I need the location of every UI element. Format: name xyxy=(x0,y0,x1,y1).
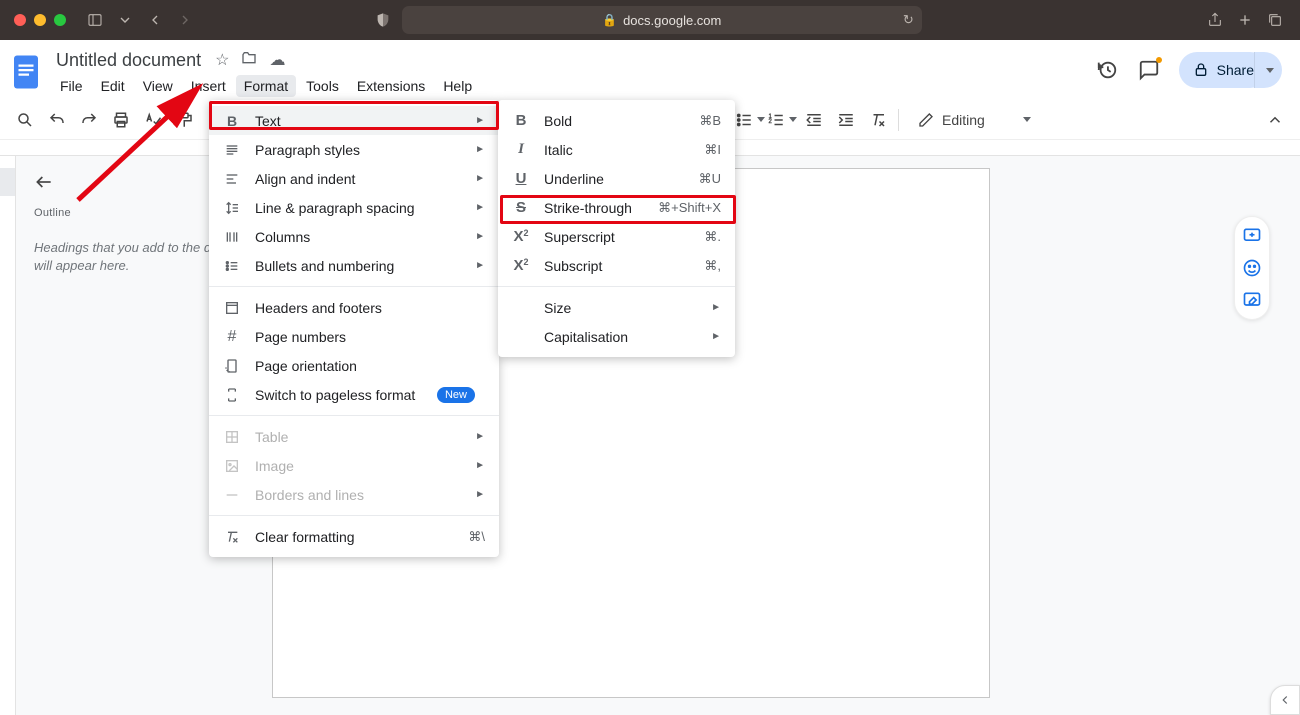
menu-extensions[interactable]: Extensions xyxy=(349,75,433,97)
lock-icon: 🔒 xyxy=(602,13,617,27)
format-item-line-paragraph-spacing[interactable]: Line & paragraph spacing► xyxy=(209,193,499,222)
document-title[interactable]: Untitled document xyxy=(52,48,205,73)
editing-mode-button[interactable]: Editing xyxy=(908,108,1041,132)
spellcheck-icon[interactable] xyxy=(138,105,168,135)
format-item-columns[interactable]: Columns► xyxy=(209,222,499,251)
format-item-paragraph-styles[interactable]: Paragraph styles► xyxy=(209,135,499,164)
format-item-page-numbers[interactable]: #Page numbers xyxy=(209,322,499,351)
format-item-align-and-indent[interactable]: Align and indent► xyxy=(209,164,499,193)
svg-text:2: 2 xyxy=(769,119,773,125)
docs-logo-icon[interactable] xyxy=(8,48,44,96)
history-icon[interactable] xyxy=(1095,58,1119,82)
bulleted-list-icon[interactable] xyxy=(735,105,765,135)
format-menu: BText►Paragraph styles►Align and indent►… xyxy=(209,100,499,557)
cloud-icon[interactable]: ☁ xyxy=(269,50,285,70)
browser-chrome: 🔒 docs.google.com ↻ xyxy=(0,0,1300,40)
numbered-list-icon[interactable]: 12 xyxy=(767,105,797,135)
format-item-page-orientation[interactable]: Page orientation xyxy=(209,351,499,380)
vertical-ruler[interactable] xyxy=(0,156,16,715)
text-item-capitalisation[interactable]: Capitalisation► xyxy=(498,322,735,351)
add-comment-icon[interactable] xyxy=(1239,223,1265,249)
forward-button[interactable] xyxy=(174,9,196,31)
format-item-clear-formatting[interactable]: Clear formatting⌘\ xyxy=(209,522,499,551)
star-icon[interactable]: ☆ xyxy=(215,50,229,70)
side-widgets xyxy=(1234,216,1270,320)
window-controls xyxy=(14,14,66,26)
address-bar[interactable]: 🔒 docs.google.com ↻ xyxy=(402,6,922,34)
format-item-headers-and-footers[interactable]: Headers and footers xyxy=(209,293,499,322)
reload-icon[interactable]: ↻ xyxy=(903,12,914,28)
share-label: Share xyxy=(1217,62,1254,78)
menu-insert[interactable]: Insert xyxy=(183,75,234,97)
docs-header: Untitled document ☆ ☁ File Edit View Ins… xyxy=(0,40,1300,100)
chevron-down-icon[interactable] xyxy=(114,9,136,31)
decrease-indent-icon[interactable] xyxy=(799,105,829,135)
tabs-icon[interactable] xyxy=(1264,9,1286,31)
shield-icon[interactable] xyxy=(372,9,394,31)
format-item-bullets-and-numbering[interactable]: Bullets and numbering► xyxy=(209,251,499,280)
menu-edit[interactable]: Edit xyxy=(93,75,133,97)
redo-icon[interactable] xyxy=(74,105,104,135)
undo-icon[interactable] xyxy=(42,105,72,135)
url-text: docs.google.com xyxy=(623,13,721,28)
text-item-size[interactable]: Size► xyxy=(498,293,735,322)
back-button[interactable] xyxy=(144,9,166,31)
share-icon[interactable] xyxy=(1204,9,1226,31)
new-tab-icon[interactable] xyxy=(1234,9,1256,31)
text-item-underline[interactable]: UUnderline⌘U xyxy=(498,164,735,193)
text-item-superscript[interactable]: X2Superscript⌘. xyxy=(498,222,735,251)
suggest-edits-icon[interactable] xyxy=(1239,287,1265,313)
menu-file[interactable]: File xyxy=(52,75,91,97)
emoji-reaction-icon[interactable] xyxy=(1239,255,1265,281)
format-item-image: Image► xyxy=(209,451,499,480)
search-icon[interactable] xyxy=(10,105,40,135)
collapse-toolbar-icon[interactable] xyxy=(1260,105,1290,135)
explore-button[interactable] xyxy=(1270,685,1300,715)
sidebar-toggle-icon[interactable] xyxy=(84,9,106,31)
clear-format-icon[interactable] xyxy=(863,105,893,135)
paint-format-icon[interactable] xyxy=(170,105,200,135)
text-item-italic[interactable]: IItalic⌘I xyxy=(498,135,735,164)
format-item-text[interactable]: BText► xyxy=(209,106,499,135)
increase-indent-icon[interactable] xyxy=(831,105,861,135)
menu-format[interactable]: Format xyxy=(236,75,296,97)
format-item-table: Table► xyxy=(209,422,499,451)
menu-view[interactable]: View xyxy=(135,75,181,97)
format-item-borders-and-lines: Borders and lines► xyxy=(209,480,499,509)
menu-help[interactable]: Help xyxy=(435,75,480,97)
close-window-button[interactable] xyxy=(14,14,26,26)
menu-tools[interactable]: Tools xyxy=(298,75,347,97)
text-item-strike-through[interactable]: SStrike-through⌘+Shift+X xyxy=(498,193,735,222)
print-icon[interactable] xyxy=(106,105,136,135)
text-item-bold[interactable]: BBold⌘B xyxy=(498,106,735,135)
maximize-window-button[interactable] xyxy=(54,14,66,26)
editing-label: Editing xyxy=(942,112,985,128)
menu-bar: File Edit View Insert Format Tools Exten… xyxy=(52,74,480,98)
text-item-subscript[interactable]: X2Subscript⌘, xyxy=(498,251,735,280)
format-item-switch-to-pageless-format[interactable]: Switch to pageless formatNew xyxy=(209,380,499,409)
move-icon[interactable] xyxy=(241,50,257,71)
comments-icon[interactable] xyxy=(1137,58,1161,82)
minimize-window-button[interactable] xyxy=(34,14,46,26)
share-dropdown-button[interactable] xyxy=(1254,52,1282,88)
text-submenu: BBold⌘BIItalic⌘IUUnderline⌘USStrike-thro… xyxy=(498,100,735,357)
